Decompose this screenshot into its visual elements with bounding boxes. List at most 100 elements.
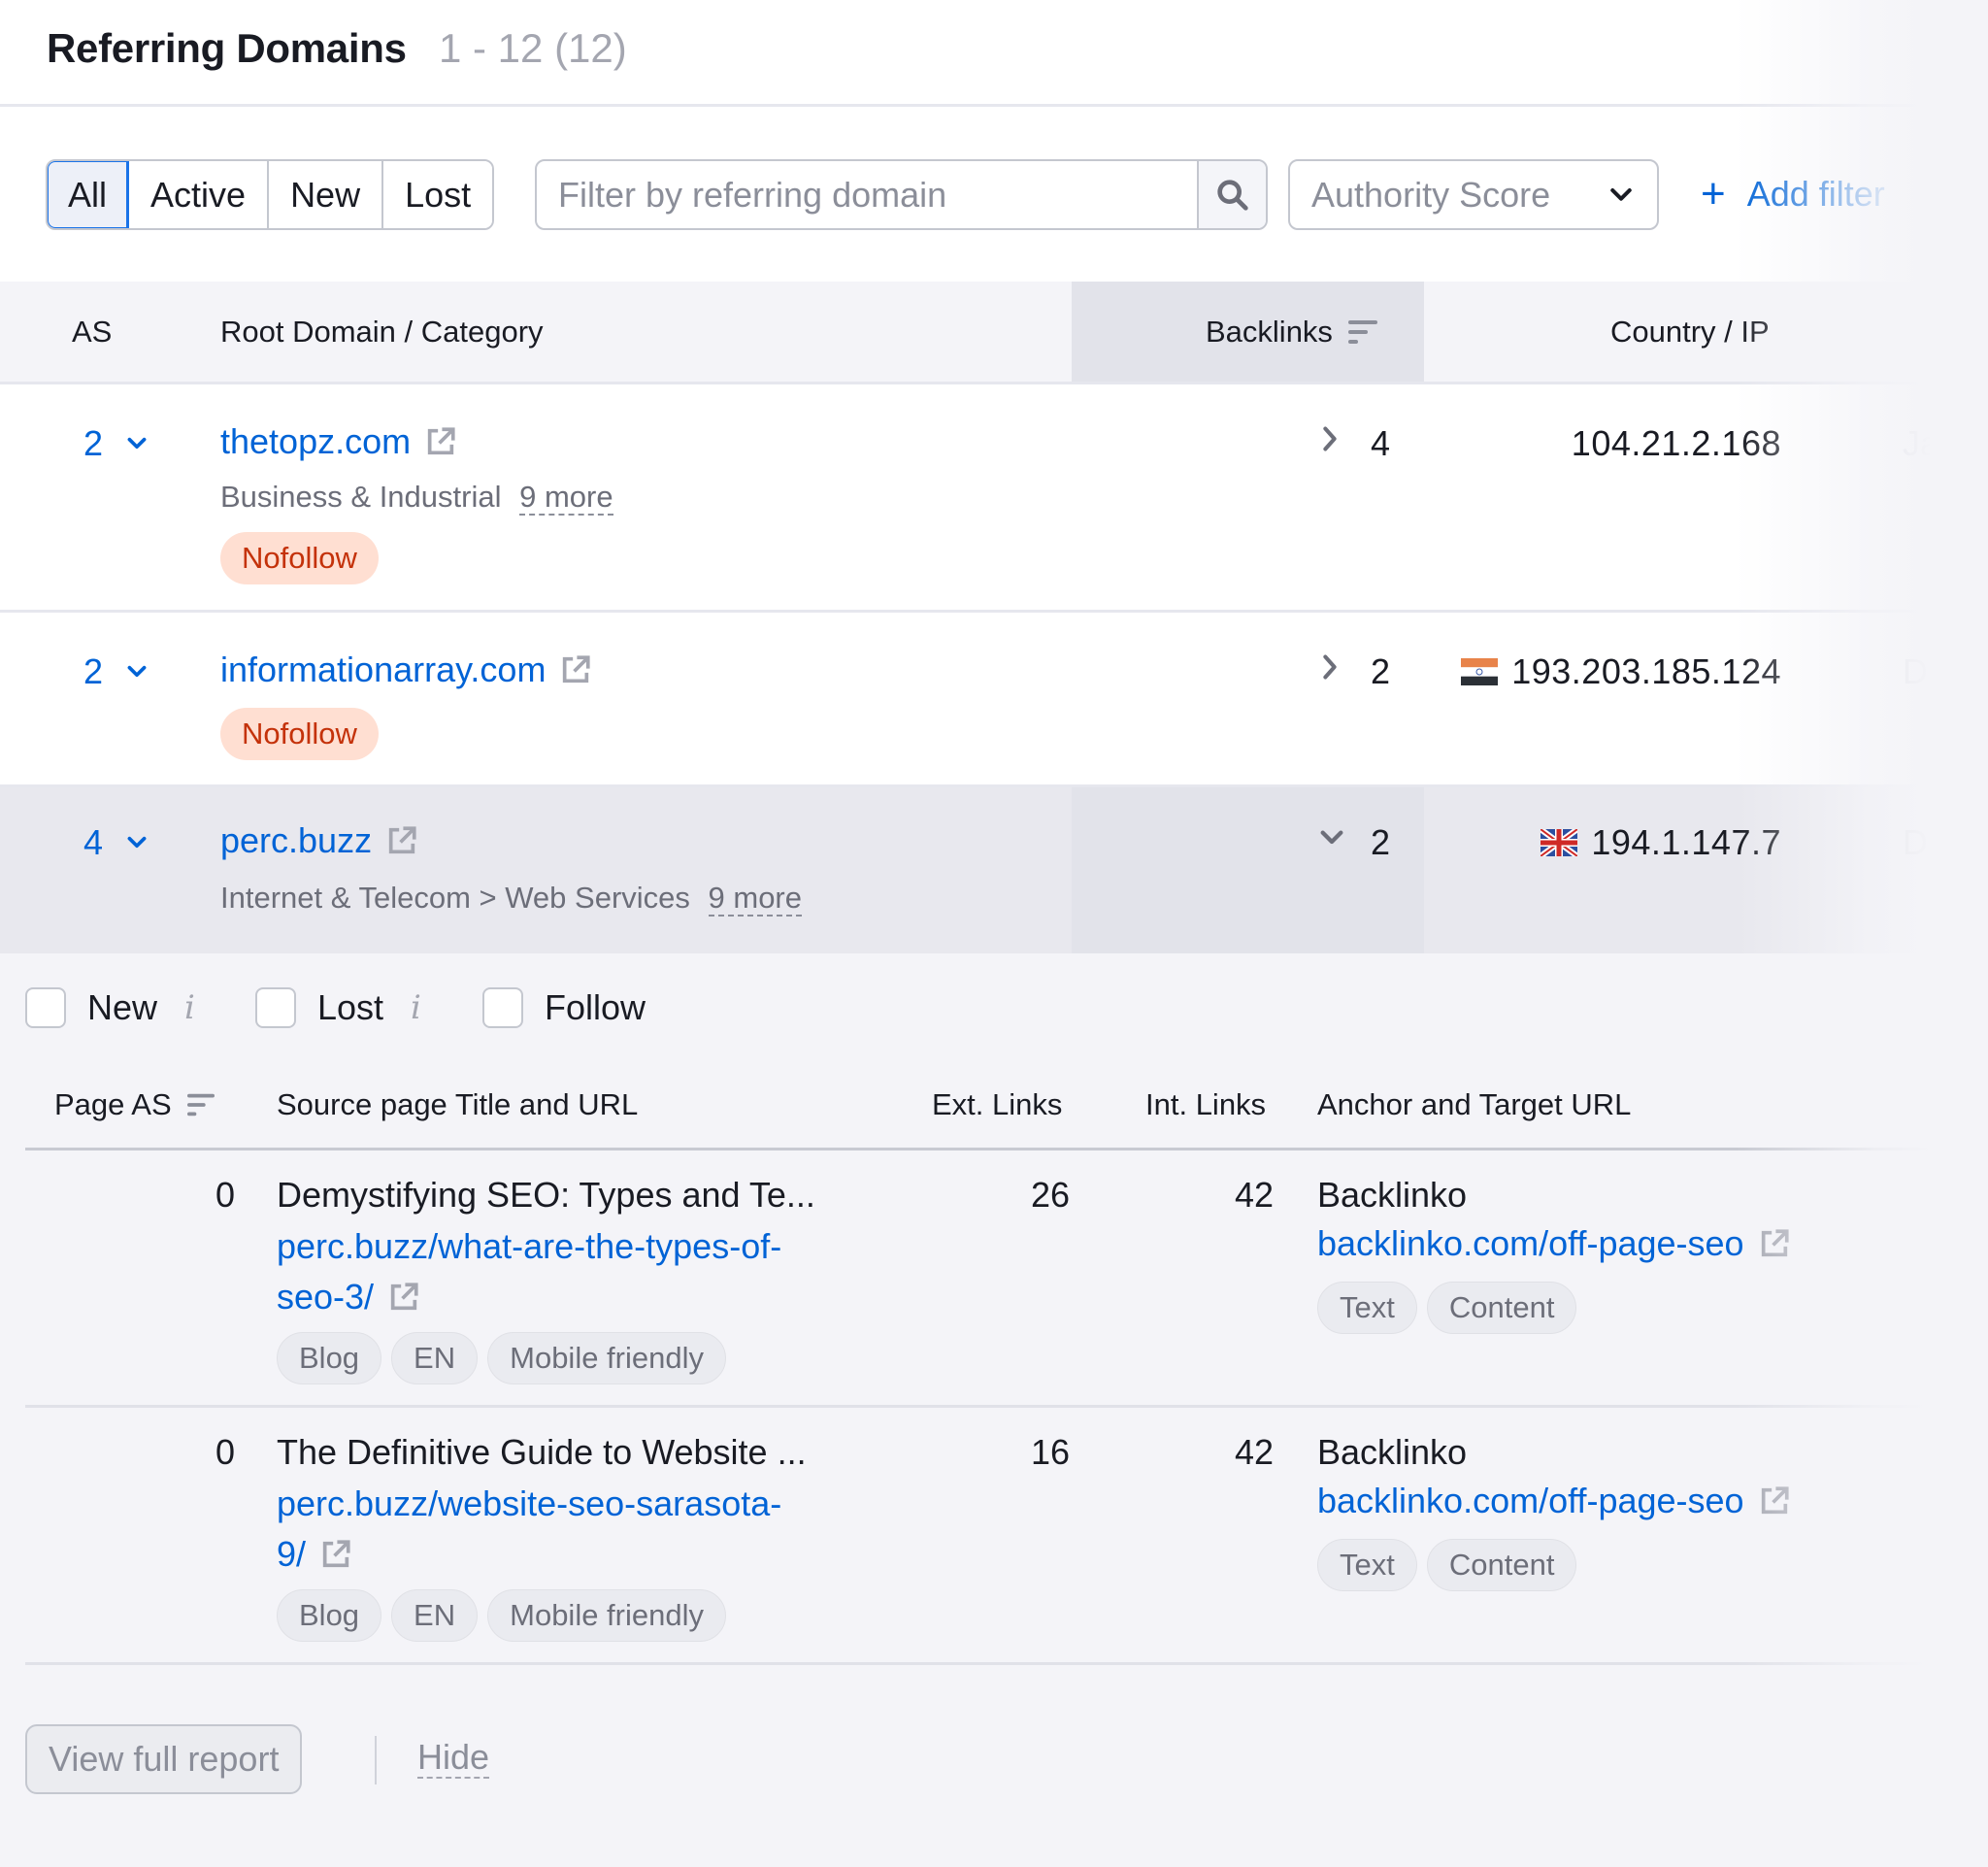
plus-icon: +: [1701, 170, 1726, 217]
domain-name: perc.buzz: [220, 820, 373, 860]
external-link-icon[interactable]: [559, 653, 592, 686]
source-url-line1: perc.buzz/what-are-the-types-of-: [277, 1226, 782, 1266]
chevron-right-icon: [1323, 654, 1337, 680]
expand-backlinks-toggle[interactable]: [1316, 421, 1343, 461]
nofollow-badge: Nofollow: [220, 708, 379, 760]
chevron-down-icon: [127, 437, 147, 450]
int-links-value: 42: [1234, 1432, 1274, 1472]
info-icon[interactable]: i: [411, 988, 421, 1027]
domain-link[interactable]: perc.buzz: [220, 820, 418, 861]
more-categories-link[interactable]: 9 more: [519, 480, 613, 516]
external-link-icon[interactable]: [387, 1281, 420, 1314]
domain-name: informationarray.com: [220, 650, 547, 689]
tag-language: EN: [391, 1332, 479, 1384]
add-filter-button[interactable]: + Add filter: [1701, 167, 1885, 221]
chevron-right-icon: [1323, 426, 1337, 451]
tag-language: EN: [391, 1589, 479, 1642]
table-row: 2 thetopz.com Business & Industrial 9 mo…: [0, 384, 1988, 613]
row-divider: [25, 1662, 1957, 1665]
column-header-source: Source page Title and URL: [277, 1087, 639, 1121]
tag-mobile-friendly: Mobile friendly: [487, 1332, 726, 1384]
collapse-backlinks-toggle[interactable]: [1316, 822, 1347, 858]
column-header-ext-links[interactable]: Ext. Links: [932, 1087, 1062, 1122]
ext-links-value: 16: [1030, 1432, 1070, 1472]
chevron-down-icon: [127, 665, 147, 678]
anchor-text: Backlinko: [1317, 1175, 1468, 1215]
segment-lost[interactable]: Lost: [383, 161, 493, 228]
checkbox-lost[interactable]: Lost i: [255, 987, 421, 1028]
hide-link[interactable]: Hide: [417, 1738, 490, 1779]
header-divider: [0, 104, 1988, 107]
source-url-line2: seo-3/: [277, 1277, 375, 1317]
source-page-url[interactable]: perc.buzz/what-are-the-types-of- seo-3/: [277, 1221, 878, 1322]
external-link-icon[interactable]: [1758, 1227, 1791, 1260]
external-link-icon[interactable]: [424, 425, 457, 458]
authority-score-dropdown[interactable]: Authority Score: [1288, 159, 1659, 230]
as-value[interactable]: 2: [83, 423, 149, 464]
domain-category: Business & Industrial 9 more: [220, 480, 613, 516]
table-row-expanded: 4 perc.buzz Internet & Telecom > Web Ser…: [0, 787, 1988, 953]
domain-link[interactable]: thetopz.com: [220, 421, 457, 462]
target-url[interactable]: backlinko.com/off-page-seo: [1317, 1481, 1791, 1521]
page-title: Referring Domains: [47, 25, 407, 71]
uk-flag-icon: [1541, 829, 1578, 856]
column-header-country-ip: Country / IP: [1610, 314, 1770, 349]
add-filter-label: Add filter: [1746, 174, 1885, 214]
external-link-icon[interactable]: [319, 1538, 352, 1571]
ip-address: 193.203.185.124: [1461, 651, 1781, 692]
external-link-icon[interactable]: [385, 824, 418, 857]
segment-all[interactable]: All: [48, 161, 130, 228]
category-text: Internet & Telecom > Web Services: [220, 881, 690, 915]
as-value[interactable]: 4: [83, 822, 149, 863]
backlinks-count[interactable]: 2: [1371, 651, 1390, 692]
checkbox-new-box[interactable]: [25, 987, 66, 1028]
column-header-int-links[interactable]: Int. Links: [1145, 1087, 1266, 1122]
category-text: Business & Industrial: [220, 480, 502, 514]
tag-blog: Blog: [277, 1589, 382, 1642]
chevron-down-icon: [1610, 187, 1632, 201]
target-url[interactable]: backlinko.com/off-page-seo: [1317, 1223, 1791, 1264]
checkbox-follow[interactable]: Follow: [482, 987, 646, 1028]
int-links-value: 42: [1234, 1175, 1274, 1215]
more-categories-link[interactable]: 9 more: [708, 881, 802, 917]
page-as-value: 0: [215, 1175, 235, 1215]
ip-address: 104.21.2.168: [1572, 423, 1781, 464]
page-tags: Blog EN Mobile friendly: [277, 1589, 726, 1642]
column-header-page-as[interactable]: Page AS: [54, 1087, 216, 1122]
checkbox-follow-box[interactable]: [482, 987, 523, 1028]
info-icon[interactable]: i: [184, 988, 195, 1027]
external-link-icon[interactable]: [1758, 1484, 1791, 1517]
tag-blog: Blog: [277, 1332, 382, 1384]
checkbox-lost-box[interactable]: [255, 987, 296, 1028]
column-header-partial: F: [1947, 1087, 1966, 1121]
as-number: 4: [83, 822, 104, 862]
checkbox-new[interactable]: New i: [25, 987, 195, 1028]
ip-text: 104.21.2.168: [1571, 423, 1781, 463]
date-partial: Dec: [1903, 822, 1966, 862]
tag-content: Content: [1426, 1539, 1577, 1591]
date-partial: Jan: [1903, 423, 1960, 463]
date-partial: J: [1947, 1175, 1965, 1215]
results-count: 1 - 12 (12): [439, 25, 627, 71]
column-header-root-domain: Root Domain / Category: [220, 314, 544, 349]
segment-active[interactable]: Active: [129, 161, 270, 228]
backlinks-count[interactable]: 2: [1371, 822, 1390, 863]
expand-backlinks-toggle[interactable]: [1316, 650, 1343, 689]
source-page-url[interactable]: perc.buzz/website-seo-sarasota- 9/: [277, 1479, 878, 1580]
domain-filter-input[interactable]: [537, 161, 1197, 228]
source-page-title: Demystifying SEO: Types and Te...: [277, 1175, 815, 1215]
checkbox-follow-label: Follow: [545, 987, 646, 1027]
column-header-as[interactable]: AS: [72, 282, 112, 382]
ip-text: 194.1.147.7: [1591, 822, 1781, 862]
view-full-report-button[interactable]: View full report: [25, 1724, 303, 1794]
segment-new[interactable]: New: [269, 161, 384, 228]
backlinks-count[interactable]: 4: [1371, 423, 1390, 464]
sort-descending-icon: [1347, 319, 1377, 344]
search-button[interactable]: [1197, 161, 1266, 228]
as-value[interactable]: 2: [83, 651, 149, 692]
domain-link[interactable]: informationarray.com: [220, 650, 592, 690]
domain-category: Internet & Telecom > Web Services 9 more: [220, 881, 802, 917]
backlinks-header-label: Backlinks: [1206, 314, 1333, 349]
column-header-backlinks[interactable]: Backlinks: [1206, 282, 1379, 382]
domain-search: [535, 159, 1268, 230]
